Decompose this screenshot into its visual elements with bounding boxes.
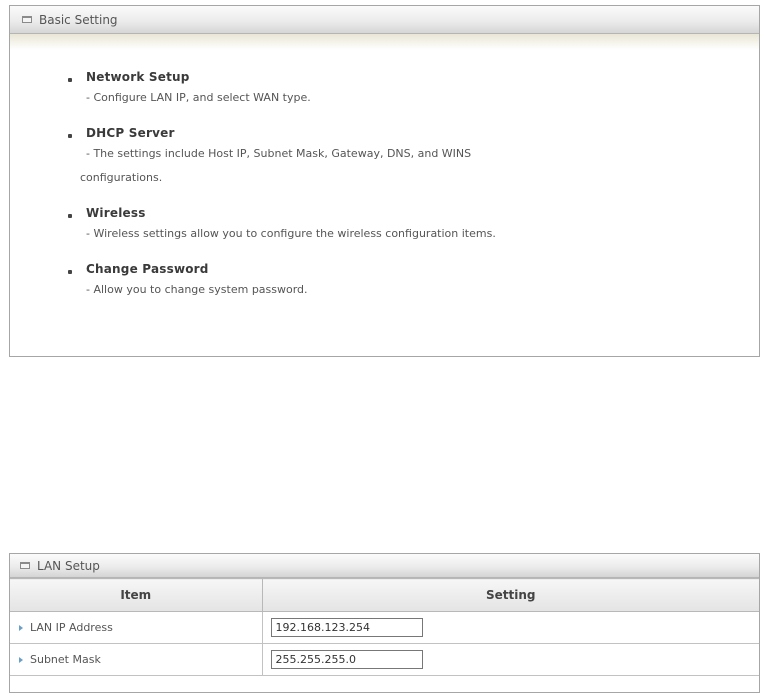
basic-setting-panel: Basic Setting Network Setup - Configure … (9, 5, 760, 357)
item-desc-change-password: - Allow you to change system password. (86, 283, 308, 296)
row-value-cell: 255.255.255.0 (262, 643, 759, 676)
list-item-dhcp-server: DHCP Server - The settings include Host … (68, 124, 739, 190)
item-desc-dhcp-server: - The settings include Host IP, Subnet M… (86, 147, 472, 160)
title-fade-band (10, 34, 759, 50)
item-desc-network-setup: - Configure LAN IP, and select WAN type. (86, 91, 311, 104)
lan-ip-address-input[interactable]: 192.168.123.254 (270, 618, 423, 637)
item-title-change-password[interactable]: Change Password (86, 262, 209, 276)
item-desc-dhcp-server-cont: configurations. (80, 171, 163, 184)
bullet-icon (68, 78, 72, 82)
basic-setting-titlebar: Basic Setting (10, 6, 759, 34)
item-title-wireless[interactable]: Wireless (86, 206, 146, 220)
row-label-cell: LAN IP Address (10, 611, 263, 644)
lan-setup-table: Item Setting LAN IP Address 192.168.123.… (10, 578, 759, 676)
basic-setting-list: Network Setup - Configure LAN IP, and se… (68, 68, 739, 316)
bullet-icon (68, 270, 72, 274)
bullet-icon (68, 214, 72, 218)
list-item-wireless: Wireless - Wireless settings allow you t… (68, 204, 739, 246)
column-header-item: Item (10, 578, 263, 612)
item-title-network-setup[interactable]: Network Setup (86, 70, 190, 84)
row-label-lan-ip-address: LAN IP Address (30, 621, 113, 634)
table-header-row: Item Setting (10, 578, 759, 612)
column-header-setting: Setting (262, 578, 759, 612)
row-label-subnet-mask: Subnet Mask (30, 653, 101, 666)
row-value-cell: 192.168.123.254 (262, 611, 759, 644)
lan-setup-panel: LAN Setup Item Setting LAN IP Address 19… (9, 553, 760, 693)
subnet-mask-input[interactable]: 255.255.255.0 (270, 650, 423, 669)
lan-setup-titlebar: LAN Setup (10, 554, 759, 578)
lan-setup-title: LAN Setup (37, 558, 100, 573)
table-row: Subnet Mask 255.255.255.0 (10, 643, 759, 676)
row-label-cell: Subnet Mask (10, 643, 263, 676)
basic-setting-title: Basic Setting (39, 12, 118, 27)
window-icon (20, 562, 30, 569)
arrow-right-icon (19, 625, 23, 631)
bullet-icon (68, 134, 72, 138)
item-desc-wireless: - Wireless settings allow you to configu… (86, 227, 496, 240)
arrow-right-icon (19, 657, 23, 663)
table-row: LAN IP Address 192.168.123.254 (10, 611, 759, 644)
list-item-change-password: Change Password - Allow you to change sy… (68, 260, 739, 302)
window-icon (22, 16, 32, 23)
item-title-dhcp-server[interactable]: DHCP Server (86, 126, 175, 140)
list-item-network-setup: Network Setup - Configure LAN IP, and se… (68, 68, 739, 110)
